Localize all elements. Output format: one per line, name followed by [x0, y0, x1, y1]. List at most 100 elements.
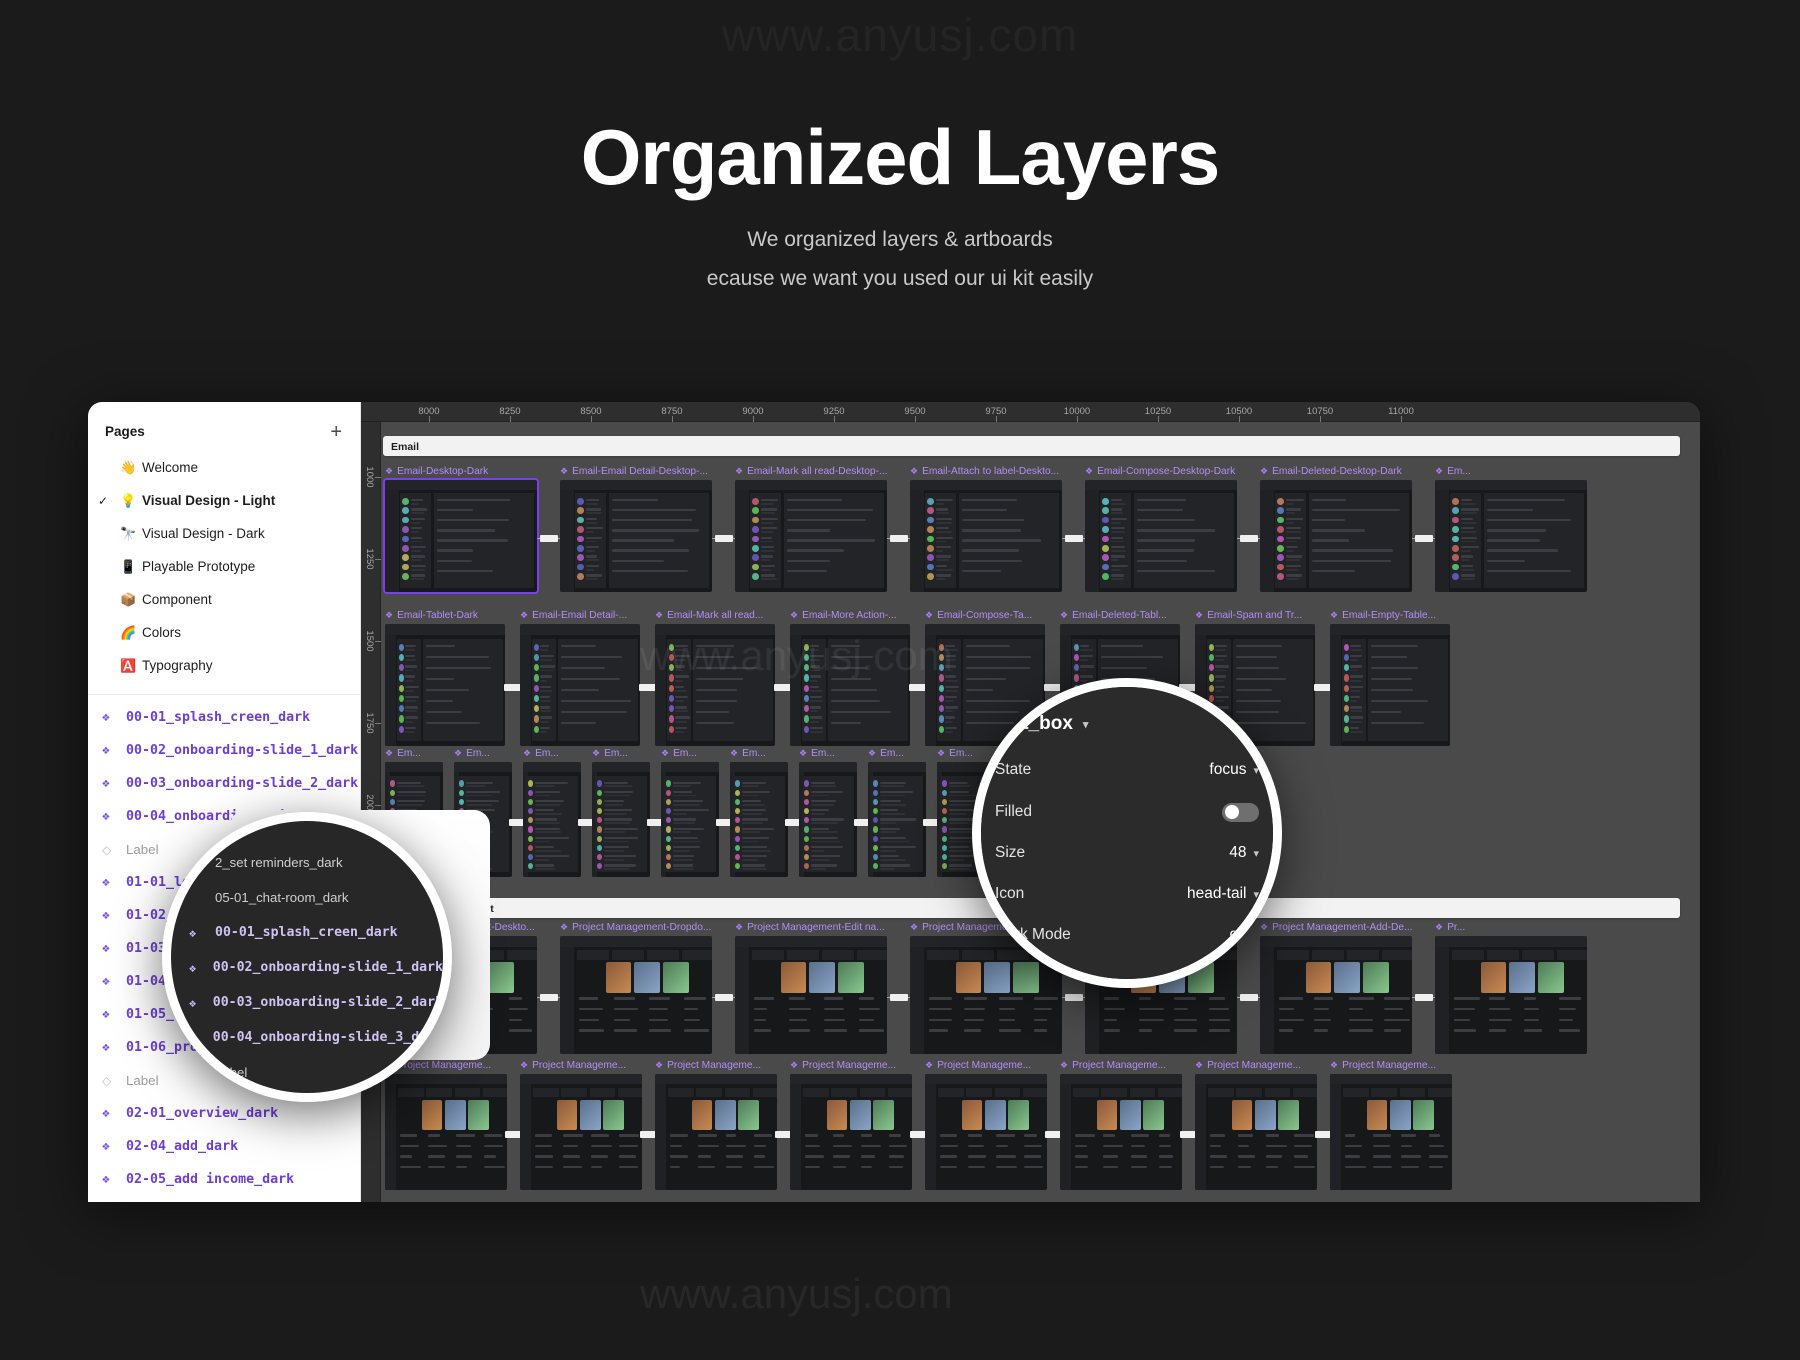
artboard-label[interactable]: ❖Project Manageme...: [520, 1060, 642, 1071]
artboard-label[interactable]: ❖ Email-Email Detail-Desktop-...: [560, 466, 712, 477]
artboard-label[interactable]: ❖ Email-Email Detail-...: [520, 610, 640, 621]
property-value[interactable]: off ▾: [1230, 926, 1259, 944]
artboard[interactable]: ❖ Project Management-Dropdo...: [560, 922, 712, 1054]
artboard-label[interactable]: ❖ Email-Compose-Desktop-Dark: [1085, 466, 1237, 477]
artboard[interactable]: ❖ Email-Email Detail-...: [520, 610, 640, 746]
artboard-thumbnail[interactable]: [799, 762, 857, 877]
page-item-colors[interactable]: 🌈 Colors: [88, 616, 360, 649]
add-page-icon[interactable]: +: [330, 425, 342, 439]
artboard-thumbnail[interactable]: [925, 1074, 1047, 1190]
artboard-thumbnail[interactable]: [790, 624, 910, 746]
chevron-down-icon[interactable]: ▾: [1253, 929, 1259, 942]
chevron-down-icon[interactable]: ▾: [1253, 764, 1259, 777]
page-item-visual-design-light[interactable]: ✓ 💡 Visual Design - Light: [88, 484, 360, 517]
artboard-label[interactable]: ❖Project Manageme...: [1330, 1060, 1452, 1071]
page-item-visual-design-dark[interactable]: 🔭 Visual Design - Dark: [88, 517, 360, 550]
artboard-thumbnail[interactable]: [655, 624, 775, 746]
artboard[interactable]: ❖Project Manageme...: [1195, 1060, 1317, 1190]
artboard-label[interactable]: ❖ Email-Desktop-Dark: [385, 466, 537, 477]
artboard-thumbnail[interactable]: [1435, 936, 1587, 1054]
artboard[interactable]: ❖ Email-Attach to label-Deskto...: [910, 466, 1062, 592]
artboard[interactable]: ❖Project Manageme...: [1330, 1060, 1452, 1190]
artboard[interactable]: ❖ Project Management-Edit na...: [735, 922, 887, 1054]
artboard-thumbnail[interactable]: [1330, 1074, 1452, 1190]
artboard-thumbnail[interactable]: [520, 1074, 642, 1190]
artboard-label[interactable]: ❖Em...: [730, 748, 788, 759]
artboard-thumbnail[interactable]: [661, 762, 719, 877]
page-item-playable-prototype[interactable]: 📱 Playable Prototype: [88, 550, 360, 583]
artboard-label[interactable]: ❖ Email-Mark all read-Desktop-...: [735, 466, 887, 477]
artboard-thumbnail[interactable]: [1435, 480, 1587, 592]
artboard-label[interactable]: ❖Em...: [799, 748, 857, 759]
artboard-thumbnail[interactable]: [735, 480, 887, 592]
artboard-label[interactable]: ❖Em...: [661, 748, 719, 759]
chevron-down-icon[interactable]: ▾: [1253, 847, 1259, 860]
property-value[interactable]: 48 ▾: [1229, 844, 1259, 862]
artboard-label[interactable]: ❖Em...: [385, 748, 443, 759]
artboard-label[interactable]: ❖ Email-Empty-Table...: [1330, 610, 1450, 621]
artboard-thumbnail[interactable]: [868, 762, 926, 877]
artboard-thumbnail[interactable]: [790, 1074, 912, 1190]
artboard-thumbnail[interactable]: [735, 936, 887, 1054]
artboard-label[interactable]: ❖ Email-Spam and Tr...: [1195, 610, 1315, 621]
artboard-label[interactable]: ❖Em...: [1435, 466, 1587, 477]
page-item-typography[interactable]: 🅰️ Typography: [88, 649, 360, 682]
artboard-thumbnail[interactable]: [560, 480, 712, 592]
artboard[interactable]: ❖ Email-Mark all read...: [655, 610, 775, 746]
layer-item[interactable]: ❖ 00-03_onboarding-slide_2_dark: [88, 767, 360, 800]
magnified-layer-item[interactable]: ❖ 00-03_onboarding-slide_2_dark: [171, 985, 443, 1020]
artboard[interactable]: ❖Project Management-Add-De...: [1260, 922, 1412, 1054]
chevron-down-icon[interactable]: ▾: [1253, 888, 1259, 901]
artboard[interactable]: ❖ Email-Email Detail-Desktop-...: [560, 466, 712, 592]
artboard[interactable]: ❖ Email-Compose-Desktop-Dark: [1085, 466, 1237, 592]
artboard[interactable]: ❖Project Manageme...: [520, 1060, 642, 1190]
artboard-thumbnail[interactable]: [592, 762, 650, 877]
artboard-label[interactable]: ❖ Email-More Action-...: [790, 610, 910, 621]
artboard-label[interactable]: ❖Project Manageme...: [1195, 1060, 1317, 1071]
artboard[interactable]: ❖ Email-Deleted-Desktop-Dark: [1260, 466, 1412, 592]
artboard[interactable]: ❖ Email-Empty-Table...: [1330, 610, 1450, 746]
property-row[interactable]: Dark Mode off ▾: [995, 922, 1259, 948]
artboard-label[interactable]: ❖Em...: [523, 748, 581, 759]
magnified-layer-item[interactable]: ❖ 00-04_onboarding-slide_3_dark: [171, 1020, 443, 1055]
magnified-layer-item[interactable]: ❖ 00-02_onboarding-slide_1_dark: [171, 950, 443, 985]
artboard-thumbnail[interactable]: [1195, 1074, 1317, 1190]
artboard-label[interactable]: ❖Project Manageme...: [925, 1060, 1047, 1071]
magnified-layer-item[interactable]: 05-01_chat-room_dark: [171, 880, 443, 915]
artboard[interactable]: ❖Project Manageme...: [1060, 1060, 1182, 1190]
toggle-switch[interactable]: [1222, 803, 1259, 822]
artboard-label[interactable]: ❖Em...: [868, 748, 926, 759]
artboard-label[interactable]: ❖ Email-Compose-Ta...: [925, 610, 1045, 621]
artboard-label[interactable]: ❖ Pr...: [1435, 922, 1587, 933]
section-label-email[interactable]: Email: [383, 436, 1680, 456]
artboard-thumbnail[interactable]: [910, 480, 1062, 592]
magnified-layer-item[interactable]: ❖ 00-01_splash_creen_dark: [171, 915, 443, 950]
artboard-thumbnail[interactable]: [1060, 1074, 1182, 1190]
layer-item[interactable]: ❖ 00-01_splash_creen_dark: [88, 701, 360, 734]
artboard[interactable]: ❖Em...: [1435, 466, 1587, 592]
property-value[interactable]: [1222, 803, 1259, 822]
artboard-thumbnail[interactable]: [385, 624, 505, 746]
artboard[interactable]: ❖Em...: [799, 748, 857, 877]
artboard[interactable]: ❖ Email-Tablet-Dark: [385, 610, 505, 746]
magnified-layer-item[interactable]: 2_set reminders_dark: [171, 845, 443, 880]
layer-item[interactable]: ❖ 02-01_overview_dark: [88, 1097, 360, 1130]
artboard[interactable]: ❖Project Manageme...: [655, 1060, 777, 1190]
artboard-thumbnail[interactable]: [1085, 480, 1237, 592]
layer-item[interactable]: ❖ 02-05_add income_dark: [88, 1163, 360, 1196]
artboard-thumbnail[interactable]: [1330, 624, 1450, 746]
artboard-label[interactable]: ❖Em...: [454, 748, 512, 759]
layer-item[interactable]: ❖ 02-04_add_dark: [88, 1130, 360, 1163]
property-row[interactable]: State focus ▾: [995, 757, 1259, 783]
artboard[interactable]: ❖Em...: [868, 748, 926, 877]
artboard[interactable]: ❖Project Manageme...: [925, 1060, 1047, 1190]
property-row[interactable]: Filled: [995, 799, 1259, 825]
artboard-label[interactable]: ❖Project Management-Add-De...: [1260, 922, 1412, 933]
artboard-label[interactable]: ❖ Project Management-Dropdo...: [560, 922, 712, 933]
magnified-layer-item[interactable]: Label: [171, 1055, 443, 1090]
artboard-thumbnail[interactable]: [520, 624, 640, 746]
layer-item[interactable]: ❖ 00-02_onboarding-slide_1_dark: [88, 734, 360, 767]
artboard[interactable]: ❖Project Manageme...: [790, 1060, 912, 1190]
property-value[interactable]: head-tail ▾: [1187, 885, 1259, 903]
artboard-label[interactable]: ❖ Email-Attach to label-Deskto...: [910, 466, 1062, 477]
